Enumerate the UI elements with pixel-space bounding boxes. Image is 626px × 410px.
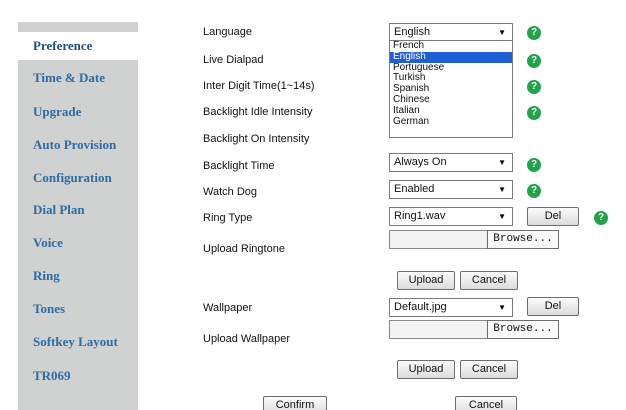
sidebar-item-ring[interactable]: Ring	[18, 262, 138, 290]
chevron-down-icon: ▼	[498, 303, 506, 312]
sidebar-item-dial-plan[interactable]: Dial Plan	[18, 196, 138, 224]
language-help-icon[interactable]: ?	[527, 26, 541, 40]
sidebar-item-voice[interactable]: Voice	[18, 229, 138, 257]
wallpaper-file-input[interactable]	[389, 320, 489, 339]
ring-type-label: Ring Type	[203, 212, 253, 224]
cancel-button[interactable]: Cancel	[455, 396, 517, 410]
backlight-idle-label: Backlight Idle Intensity	[203, 106, 313, 118]
sidebar-item-upgrade[interactable]: Upgrade	[18, 98, 138, 126]
language-option[interactable]: English	[390, 51, 512, 63]
sidebar-item-preference[interactable]: Preference	[18, 32, 138, 60]
inter-digit-time-label: Inter Digit Time(1~14s)	[203, 80, 315, 92]
live-dialpad-help-icon[interactable]: ?	[527, 54, 541, 68]
backlight-time-help-icon[interactable]: ?	[527, 158, 541, 172]
wallpaper-delete-button[interactable]: Del	[527, 297, 579, 316]
ring-delete-button[interactable]: Del	[527, 207, 579, 226]
backlight-on-label: Backlight On Intensity	[203, 133, 310, 145]
sidebar-item-softkey-layout[interactable]: Softkey Layout	[18, 328, 138, 356]
wallpaper-upload-button[interactable]: Upload	[397, 360, 455, 379]
backlight-time-select[interactable]: Always On ▼	[389, 153, 513, 172]
language-value: English	[394, 26, 431, 38]
sidebar-nav: Preference Time & Date Upgrade Auto Prov…	[18, 22, 138, 410]
ring-type-select[interactable]: Ring1.wav ▼	[389, 207, 513, 226]
wallpaper-cancel-button[interactable]: Cancel	[460, 360, 518, 379]
wallpaper-label: Wallpaper	[203, 302, 253, 314]
wallpaper-select[interactable]: Default.jpg ▼	[389, 298, 513, 317]
watch-dog-label: Watch Dog	[203, 186, 258, 198]
watch-dog-help-icon[interactable]: ?	[527, 184, 541, 198]
ring-type-value: Ring1.wav	[394, 210, 446, 222]
ringtone-cancel-button[interactable]: Cancel	[460, 271, 518, 290]
language-option[interactable]: German	[390, 116, 512, 128]
ringtone-file-input[interactable]	[389, 230, 489, 249]
chevron-down-icon: ▼	[498, 158, 506, 167]
watch-dog-value: Enabled	[394, 183, 435, 195]
sidebar-item-auto-provision[interactable]: Auto Provision	[18, 131, 138, 159]
backlight-time-value: Always On	[394, 156, 447, 168]
live-dialpad-label: Live Dialpad	[203, 54, 264, 66]
backlight-idle-help-icon[interactable]: ?	[527, 106, 541, 120]
inter-digit-help-icon[interactable]: ?	[527, 80, 541, 94]
sidebar-item-configuration[interactable]: Configuration	[18, 164, 138, 192]
wallpaper-value: Default.jpg	[394, 301, 447, 313]
confirm-button[interactable]: Confirm	[263, 396, 327, 410]
wallpaper-browse-button[interactable]: Browse...	[487, 320, 559, 339]
language-label: Language	[203, 26, 252, 38]
language-dropdown-list: French English Portuguese Turkish Spanis…	[389, 40, 513, 138]
ring-type-help-icon[interactable]: ?	[594, 211, 608, 225]
ringtone-upload-button[interactable]: Upload	[397, 271, 455, 290]
ringtone-browse-button[interactable]: Browse...	[487, 230, 559, 249]
sidebar-item-tr069[interactable]: TR069	[18, 362, 138, 390]
sidebar-item-time-date[interactable]: Time & Date	[18, 64, 138, 92]
watch-dog-select[interactable]: Enabled ▼	[389, 180, 513, 199]
language-option[interactable]: Italian	[390, 105, 512, 117]
chevron-down-icon: ▼	[498, 212, 506, 221]
upload-wallpaper-label: Upload Wallpaper	[203, 333, 291, 345]
sidebar-item-tones[interactable]: Tones	[18, 295, 138, 323]
chevron-down-icon: ▼	[498, 28, 506, 37]
backlight-time-label: Backlight Time	[203, 160, 275, 172]
chevron-down-icon: ▼	[498, 185, 506, 194]
upload-ringtone-label: Upload Ringtone	[203, 243, 285, 255]
